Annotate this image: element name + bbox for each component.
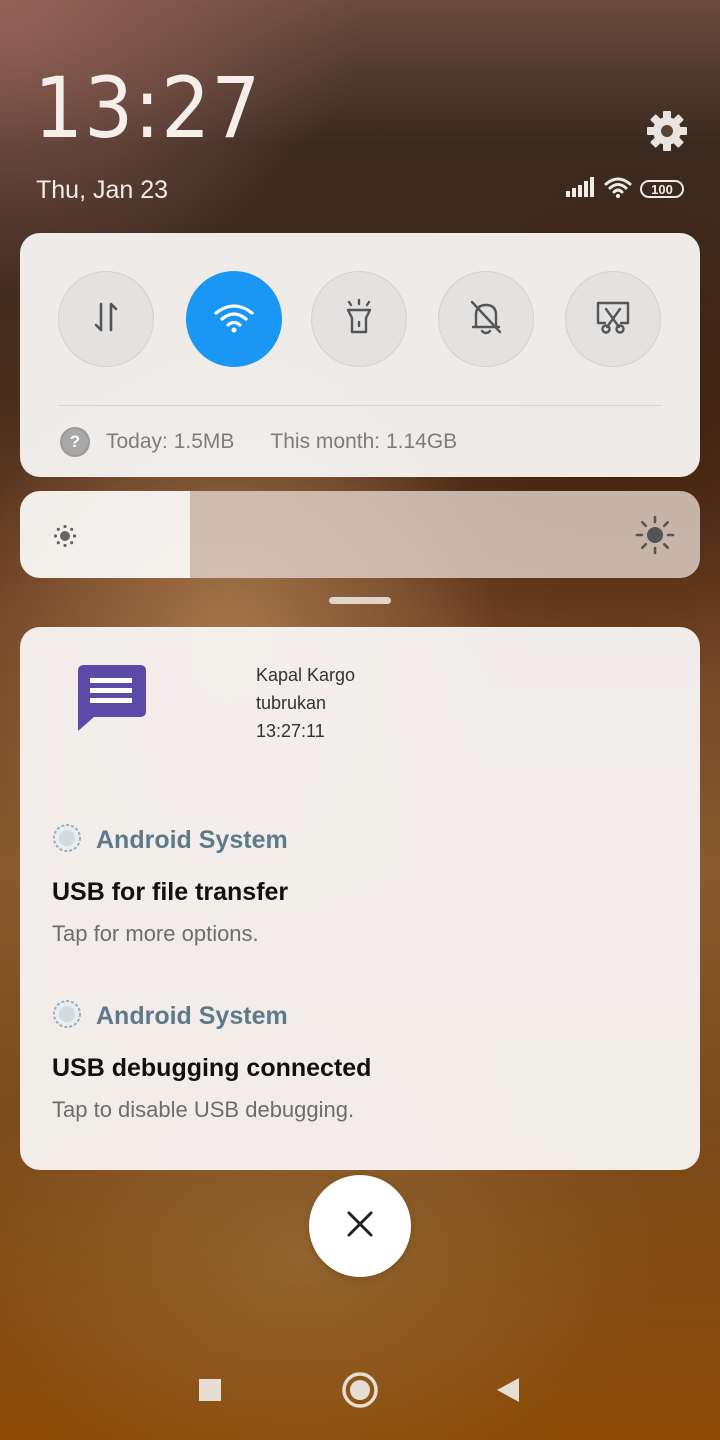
home-button[interactable]	[330, 1362, 390, 1422]
notification-app-name: Android System	[96, 1002, 288, 1030]
data-arrows-icon	[89, 300, 123, 339]
circle-icon	[341, 1371, 379, 1414]
battery-icon: 100	[640, 180, 684, 198]
usb-debugging-title[interactable]: USB debugging connected	[52, 1054, 371, 1083]
qs-divider	[58, 405, 662, 406]
recents-button[interactable]	[180, 1362, 240, 1422]
usb-transfer-title[interactable]: USB for file transfer	[52, 878, 288, 907]
flashlight-toggle[interactable]	[311, 271, 407, 367]
usb-debugging-body[interactable]: Tap to disable USB debugging.	[52, 1097, 354, 1123]
message-notification[interactable]	[76, 663, 146, 736]
usb-transfer-body[interactable]: Tap for more options.	[52, 921, 259, 947]
brightness-high-icon	[635, 515, 675, 560]
settings-gear-icon[interactable]	[644, 108, 690, 154]
data-usage-row[interactable]: ? Today: 1.5MB This month: 1.14GB	[60, 425, 457, 459]
screenshot-toggle[interactable]	[565, 271, 661, 367]
screenshot-scissors-icon	[594, 299, 632, 340]
flashlight-icon	[342, 298, 376, 341]
message-line-2: tubrukan	[256, 693, 327, 713]
signal-icon	[566, 176, 596, 202]
notification-app-name: Android System	[96, 826, 288, 854]
clear-notifications-button[interactable]	[309, 1175, 411, 1277]
date[interactable]: Thu, Jan 23	[36, 176, 168, 205]
notifications-panel: Kapal Kargo tubrukan 13:27:11 Android Sy…	[20, 627, 700, 1170]
message-line-1: Kapal Kargo	[256, 665, 356, 685]
usb-debugging-header[interactable]: Android System	[52, 999, 288, 1034]
close-icon	[345, 1209, 375, 1244]
brightness-slider[interactable]	[20, 491, 700, 578]
wifi-status-icon	[604, 176, 632, 203]
usage-today: Today: 1.5MB	[106, 430, 235, 453]
status-bar-icons: 100	[566, 176, 684, 202]
brightness-low-icon	[52, 523, 78, 554]
message-text[interactable]: Kapal Kargo tubrukan 13:27:11	[256, 661, 355, 745]
usage-month: This month: 1.14GB	[270, 430, 458, 453]
wifi-toggle[interactable]	[186, 271, 282, 367]
android-system-icon	[52, 823, 82, 858]
bell-off-icon	[468, 298, 504, 341]
square-icon	[198, 1378, 222, 1407]
quick-settings-panel: ? Today: 1.5MB This month: 1.14GB	[20, 233, 700, 477]
message-app-icon	[76, 665, 146, 735]
back-triangle-icon	[495, 1376, 521, 1409]
android-system-icon	[52, 999, 82, 1034]
clock[interactable]: 13:27	[34, 66, 261, 150]
usb-transfer-header[interactable]: Android System	[52, 823, 288, 858]
message-line-3: 13:27:11	[256, 721, 325, 741]
help-icon: ?	[60, 427, 90, 457]
drag-handle[interactable]	[329, 597, 391, 604]
brightness-track	[190, 491, 700, 578]
wifi-icon	[212, 300, 256, 339]
silent-toggle[interactable]	[438, 271, 534, 367]
brightness-fill	[20, 491, 190, 578]
back-button[interactable]	[478, 1362, 538, 1422]
mobile-data-toggle[interactable]	[58, 271, 154, 367]
